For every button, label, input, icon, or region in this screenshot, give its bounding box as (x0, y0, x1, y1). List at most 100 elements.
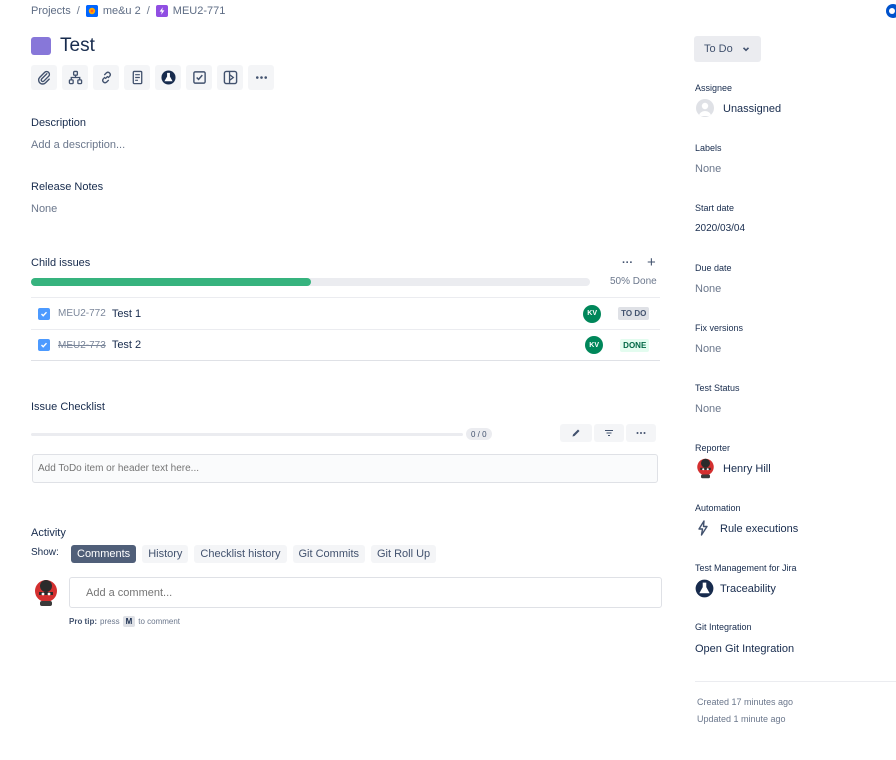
flask-icon (695, 579, 714, 603)
breadcrumb: Projects / me&u 2 / MEU2-771 (31, 5, 225, 17)
description-field[interactable]: Add a description... (31, 139, 125, 151)
tab-git-roll-up[interactable]: Git Roll Up (371, 545, 437, 563)
activity-tabs: Comments History Checklist history Git C… (71, 545, 437, 563)
start-date-value[interactable]: 2020/03/04 (695, 223, 745, 234)
reporter-value[interactable]: Henry Hill (723, 463, 771, 475)
pro-tip-rest: to comment (138, 617, 181, 626)
page-icon (132, 70, 142, 85)
child-issues-more-icon[interactable]: ··· (622, 257, 633, 269)
breadcrumb-issue-key: MEU2-771 (172, 5, 226, 17)
labels-value[interactable]: None (695, 163, 721, 175)
test-status-label: Test Status (695, 383, 740, 393)
git-integration-label: Git Integration (695, 622, 752, 632)
hierarchy-icon (68, 70, 82, 85)
checklist-label: Issue Checklist (31, 401, 105, 413)
test-status-value[interactable]: None (695, 403, 721, 415)
child-issue-summary[interactable]: Test 1 (112, 308, 141, 320)
child-issue-row[interactable]: MEU2-773 Test 2 KV DONE (31, 329, 660, 361)
status-badge[interactable]: TO DO (618, 307, 650, 320)
watch-icon[interactable] (886, 4, 896, 18)
unassigned-avatar-icon (696, 99, 714, 117)
breadcrumb-issue[interactable]: MEU2-771 (155, 5, 226, 17)
issue-type-icon (31, 37, 51, 55)
issue-title[interactable]: Test (60, 35, 95, 57)
release-notes-label: Release Notes (31, 181, 104, 193)
tab-checklist-history[interactable]: Checklist history (194, 545, 287, 563)
checklist-button[interactable] (186, 65, 212, 90)
issue-title-row: Test (31, 35, 95, 57)
child-issue-button[interactable] (62, 65, 88, 90)
child-issue-key[interactable]: MEU2-772 (58, 308, 106, 319)
fix-versions-label: Fix versions (695, 323, 744, 333)
checklist-add-input[interactable] (32, 454, 658, 483)
breadcrumb-separator: / (76, 5, 80, 17)
child-issue-row[interactable]: MEU2-772 Test 1 KV TO DO (31, 297, 660, 329)
test-management-button[interactable] (155, 65, 181, 90)
link-issue-button[interactable] (93, 65, 119, 90)
lightning-icon (697, 520, 709, 541)
issue-toolbar (31, 65, 274, 90)
start-date-label: Start date (695, 203, 735, 213)
description-label: Description (31, 117, 87, 129)
child-issues-progress-text: 50% Done (610, 276, 657, 287)
checklist-count: 0 / 0 (466, 428, 492, 440)
assignee-value[interactable]: Unassigned (723, 103, 781, 115)
paperclip-icon (37, 70, 50, 85)
created-timestamp: Created 17 minutes ago (697, 697, 794, 707)
automation-value[interactable]: Rule executions (720, 523, 798, 535)
open-git-integration-link[interactable]: Open Git Integration (695, 643, 794, 655)
project-avatar-icon (85, 5, 98, 17)
breadcrumb-project-label: me&u 2 (102, 5, 141, 17)
activity-show-label: Show: (31, 547, 59, 558)
updated-timestamp: Updated 1 minute ago (697, 714, 786, 724)
checklist-filter-button[interactable] (594, 424, 624, 442)
status-badge[interactable]: DONE (620, 338, 650, 352)
more-actions-button[interactable] (248, 65, 274, 90)
more-icon (636, 432, 646, 434)
tab-history[interactable]: History (142, 545, 189, 563)
status-label: To Do (704, 43, 733, 55)
avatar: KV (583, 304, 602, 323)
checkbox-icon (192, 71, 206, 84)
status-transition-button[interactable]: To Do (694, 36, 761, 62)
subtask-icon (38, 339, 50, 351)
checklist-edit-button[interactable] (560, 424, 592, 442)
avatar: KV (585, 336, 604, 354)
comment-input[interactable] (69, 577, 662, 608)
flask-icon (160, 70, 176, 85)
more-icon (255, 76, 267, 79)
attach-button[interactable] (31, 65, 57, 90)
reporter-avatar (696, 458, 715, 484)
due-date-label: Due date (695, 263, 732, 273)
checklist-more-button[interactable] (626, 424, 656, 442)
test-management-label: Test Management for Jira (695, 563, 797, 573)
child-issues-progress-bar (31, 278, 590, 286)
breadcrumb-projects[interactable]: Projects (31, 5, 71, 17)
shortcut-key: M (122, 616, 136, 627)
automation-label: Automation (695, 503, 741, 513)
chevron-down-icon (742, 47, 749, 52)
git-integration-button[interactable] (217, 65, 243, 90)
current-user-avatar (34, 579, 58, 612)
assignee-label: Assignee (695, 83, 733, 93)
release-notes-value[interactable]: None (31, 203, 57, 215)
fix-versions-value[interactable]: None (695, 343, 721, 355)
subtask-icon (38, 307, 50, 320)
child-issues-add-icon[interactable]: + (647, 254, 656, 271)
labels-label: Labels (695, 143, 722, 153)
reporter-label: Reporter (695, 443, 731, 453)
pro-tip: Pro tip: press M to comment (69, 616, 180, 627)
tab-git-commits[interactable]: Git Commits (292, 545, 365, 563)
due-date-value[interactable]: None (695, 283, 721, 295)
divider (695, 681, 896, 682)
traceability-link[interactable]: Traceability (720, 583, 776, 595)
child-issue-summary[interactable]: Test 2 (112, 339, 141, 351)
breadcrumb-project[interactable]: me&u 2 (85, 5, 141, 17)
tab-comments[interactable]: Comments (71, 545, 137, 563)
split-icon (223, 70, 237, 85)
child-issue-key[interactable]: MEU2-773 (58, 340, 106, 351)
filter-icon (605, 429, 613, 437)
confluence-page-button[interactable] (124, 65, 150, 90)
checklist-progress-bar (31, 433, 463, 436)
pencil-icon (572, 429, 580, 437)
